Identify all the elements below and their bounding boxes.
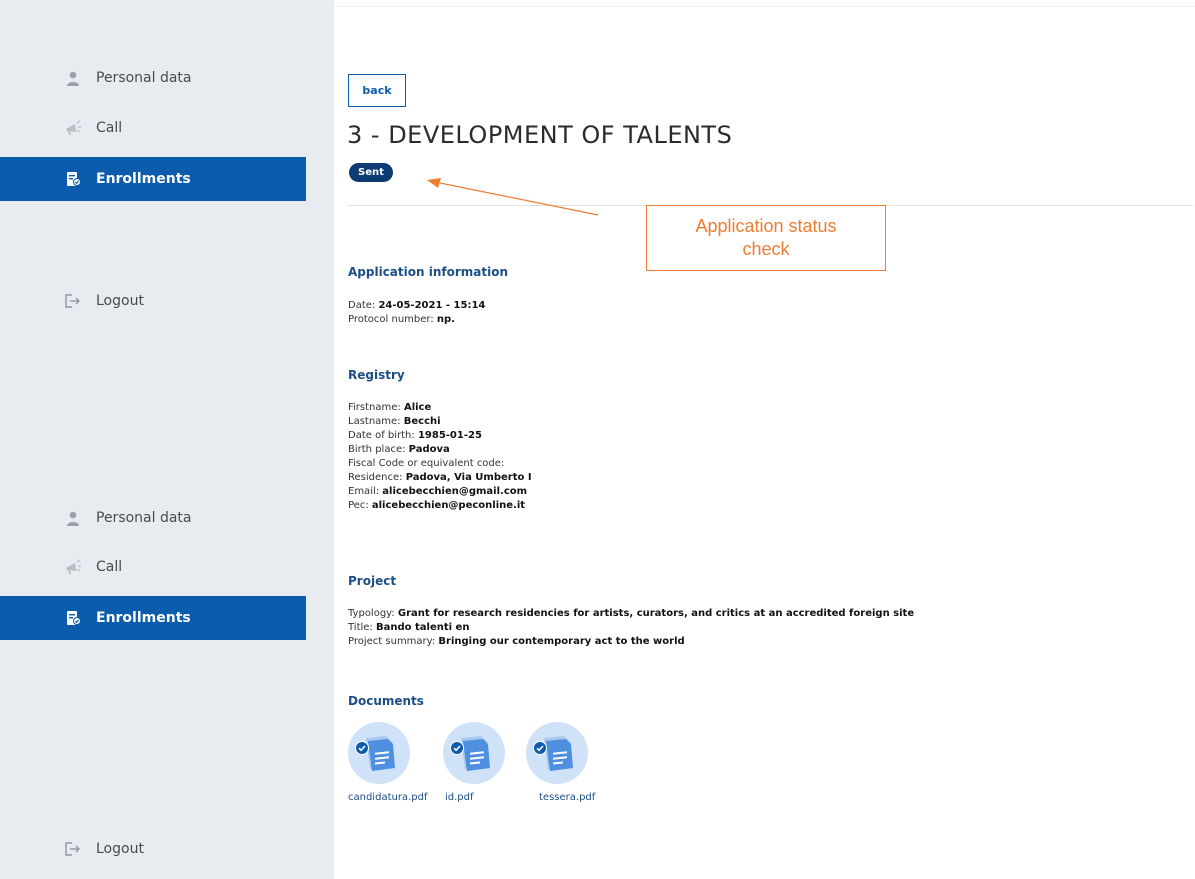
field-value: Bando talenti en [375, 622, 470, 633]
megaphone-icon [62, 117, 84, 139]
document-name[interactable]: candidatura.pdf [348, 792, 427, 803]
field-typology: Typology: Grant for research residencies… [348, 607, 914, 620]
document-item[interactable]: tessera.pdf [526, 722, 596, 803]
field-value: alicebecchien@peconline.it [371, 500, 526, 511]
sidebar-item-label: Call [96, 120, 123, 136]
sidebar-item-personal-data[interactable]: Personal data [0, 56, 306, 100]
document-item[interactable]: id.pdf [443, 722, 513, 803]
field-value: Bringing our contemporary act to the wor… [438, 636, 685, 647]
field-label: Birth place: [348, 444, 409, 455]
enrollment-doc-icon [62, 168, 84, 190]
document-file-icon [526, 722, 588, 784]
field-fiscal-code: Fiscal Code or equivalent code: [348, 457, 504, 470]
section-title-application-info: Application information [348, 265, 508, 279]
document-name[interactable]: id.pdf [445, 792, 474, 803]
section-title-documents: Documents [348, 694, 424, 708]
back-button[interactable]: back [348, 74, 406, 107]
field-label: Firstname: [348, 402, 404, 413]
sidebar-item-label: Enrollments [96, 171, 191, 187]
check-circle-icon [533, 741, 547, 755]
field-label: Email: [348, 486, 383, 497]
field-label: Date: [348, 300, 379, 311]
field-pec: Pec: alicebecchien@peconline.it [348, 499, 525, 512]
field-value: 1985-01-25 [417, 430, 482, 441]
enrollment-doc-icon [62, 607, 84, 629]
field-value: Becchi [403, 416, 441, 427]
field-protocol-number: Protocol number: np. [348, 313, 455, 326]
field-lastname: Lastname: Becchi [348, 415, 441, 428]
field-value: 24-05-2021 - 15:14 [378, 300, 486, 311]
field-birth-place: Birth place: Padova [348, 443, 450, 456]
document-name[interactable]: tessera.pdf [539, 792, 595, 803]
sidebar-item-personal-data[interactable]: Personal data [0, 496, 306, 540]
field-title: Title: Bando talenti en [348, 621, 469, 634]
field-residence: Residence: Padova, Via Umberto I [348, 471, 532, 484]
sidebar: Personal data Call Enrollments Logout Pe… [0, 0, 334, 879]
field-label: Project summary: [348, 636, 439, 647]
field-label: Protocol number: [348, 314, 437, 325]
field-date-of-birth: Date of birth: 1985-01-25 [348, 429, 482, 442]
sidebar-item-call[interactable]: Call [0, 106, 306, 150]
top-divider [334, 6, 1195, 7]
field-value: Grant for research residencies for artis… [397, 608, 915, 619]
field-label: Title: [348, 622, 376, 633]
sidebar-item-enrollments[interactable]: Enrollments [0, 157, 306, 201]
logout-icon [62, 838, 84, 860]
annotation-callout: Application status check [646, 205, 886, 271]
logout-icon [62, 290, 84, 312]
status-badge: Sent [349, 163, 393, 182]
sidebar-item-label: Logout [96, 293, 144, 309]
field-date: Date: 24-05-2021 - 15:14 [348, 299, 485, 312]
field-label: Lastname: [348, 416, 404, 427]
field-email: Email: alicebecchien@gmail.com [348, 485, 527, 498]
field-label: Date of birth: [348, 430, 418, 441]
field-value: alicebecchien@gmail.com [382, 486, 528, 497]
document-file-icon [348, 722, 410, 784]
check-circle-icon [355, 741, 369, 755]
sidebar-item-enrollments[interactable]: Enrollments [0, 596, 306, 640]
field-value: Padova, Via Umberto I [405, 472, 532, 483]
document-file-icon [443, 722, 505, 784]
field-label: Residence: [348, 472, 406, 483]
annotation-line: Application status [695, 216, 837, 236]
sidebar-item-logout[interactable]: Logout [0, 827, 306, 871]
field-label: Typology: [348, 608, 398, 619]
user-icon [62, 507, 84, 529]
sidebar-item-logout[interactable]: Logout [0, 279, 306, 323]
annotation-line: check [742, 239, 790, 259]
document-item[interactable]: candidatura.pdf [348, 722, 427, 803]
section-title-project: Project [348, 574, 397, 588]
field-project-summary: Project summary: Bringing our contempora… [348, 635, 685, 648]
field-value: Padova [408, 444, 450, 455]
sidebar-item-label: Personal data [96, 510, 192, 526]
field-label: Fiscal Code or equivalent code: [348, 458, 505, 469]
field-label: Pec: [348, 500, 372, 511]
check-circle-icon [450, 741, 464, 755]
sidebar-item-call[interactable]: Call [0, 545, 306, 589]
field-value: np. [436, 314, 455, 325]
sidebar-item-label: Personal data [96, 70, 192, 86]
page-title: 3 - DEVELOPMENT OF TALENTS [347, 121, 733, 149]
field-value: Alice [403, 402, 432, 413]
user-icon [62, 67, 84, 89]
sidebar-item-label: Call [96, 559, 123, 575]
sidebar-item-label: Enrollments [96, 610, 191, 626]
section-title-registry: Registry [348, 368, 405, 382]
sidebar-item-label: Logout [96, 841, 144, 857]
megaphone-icon [62, 556, 84, 578]
field-firstname: Firstname: Alice [348, 401, 431, 414]
